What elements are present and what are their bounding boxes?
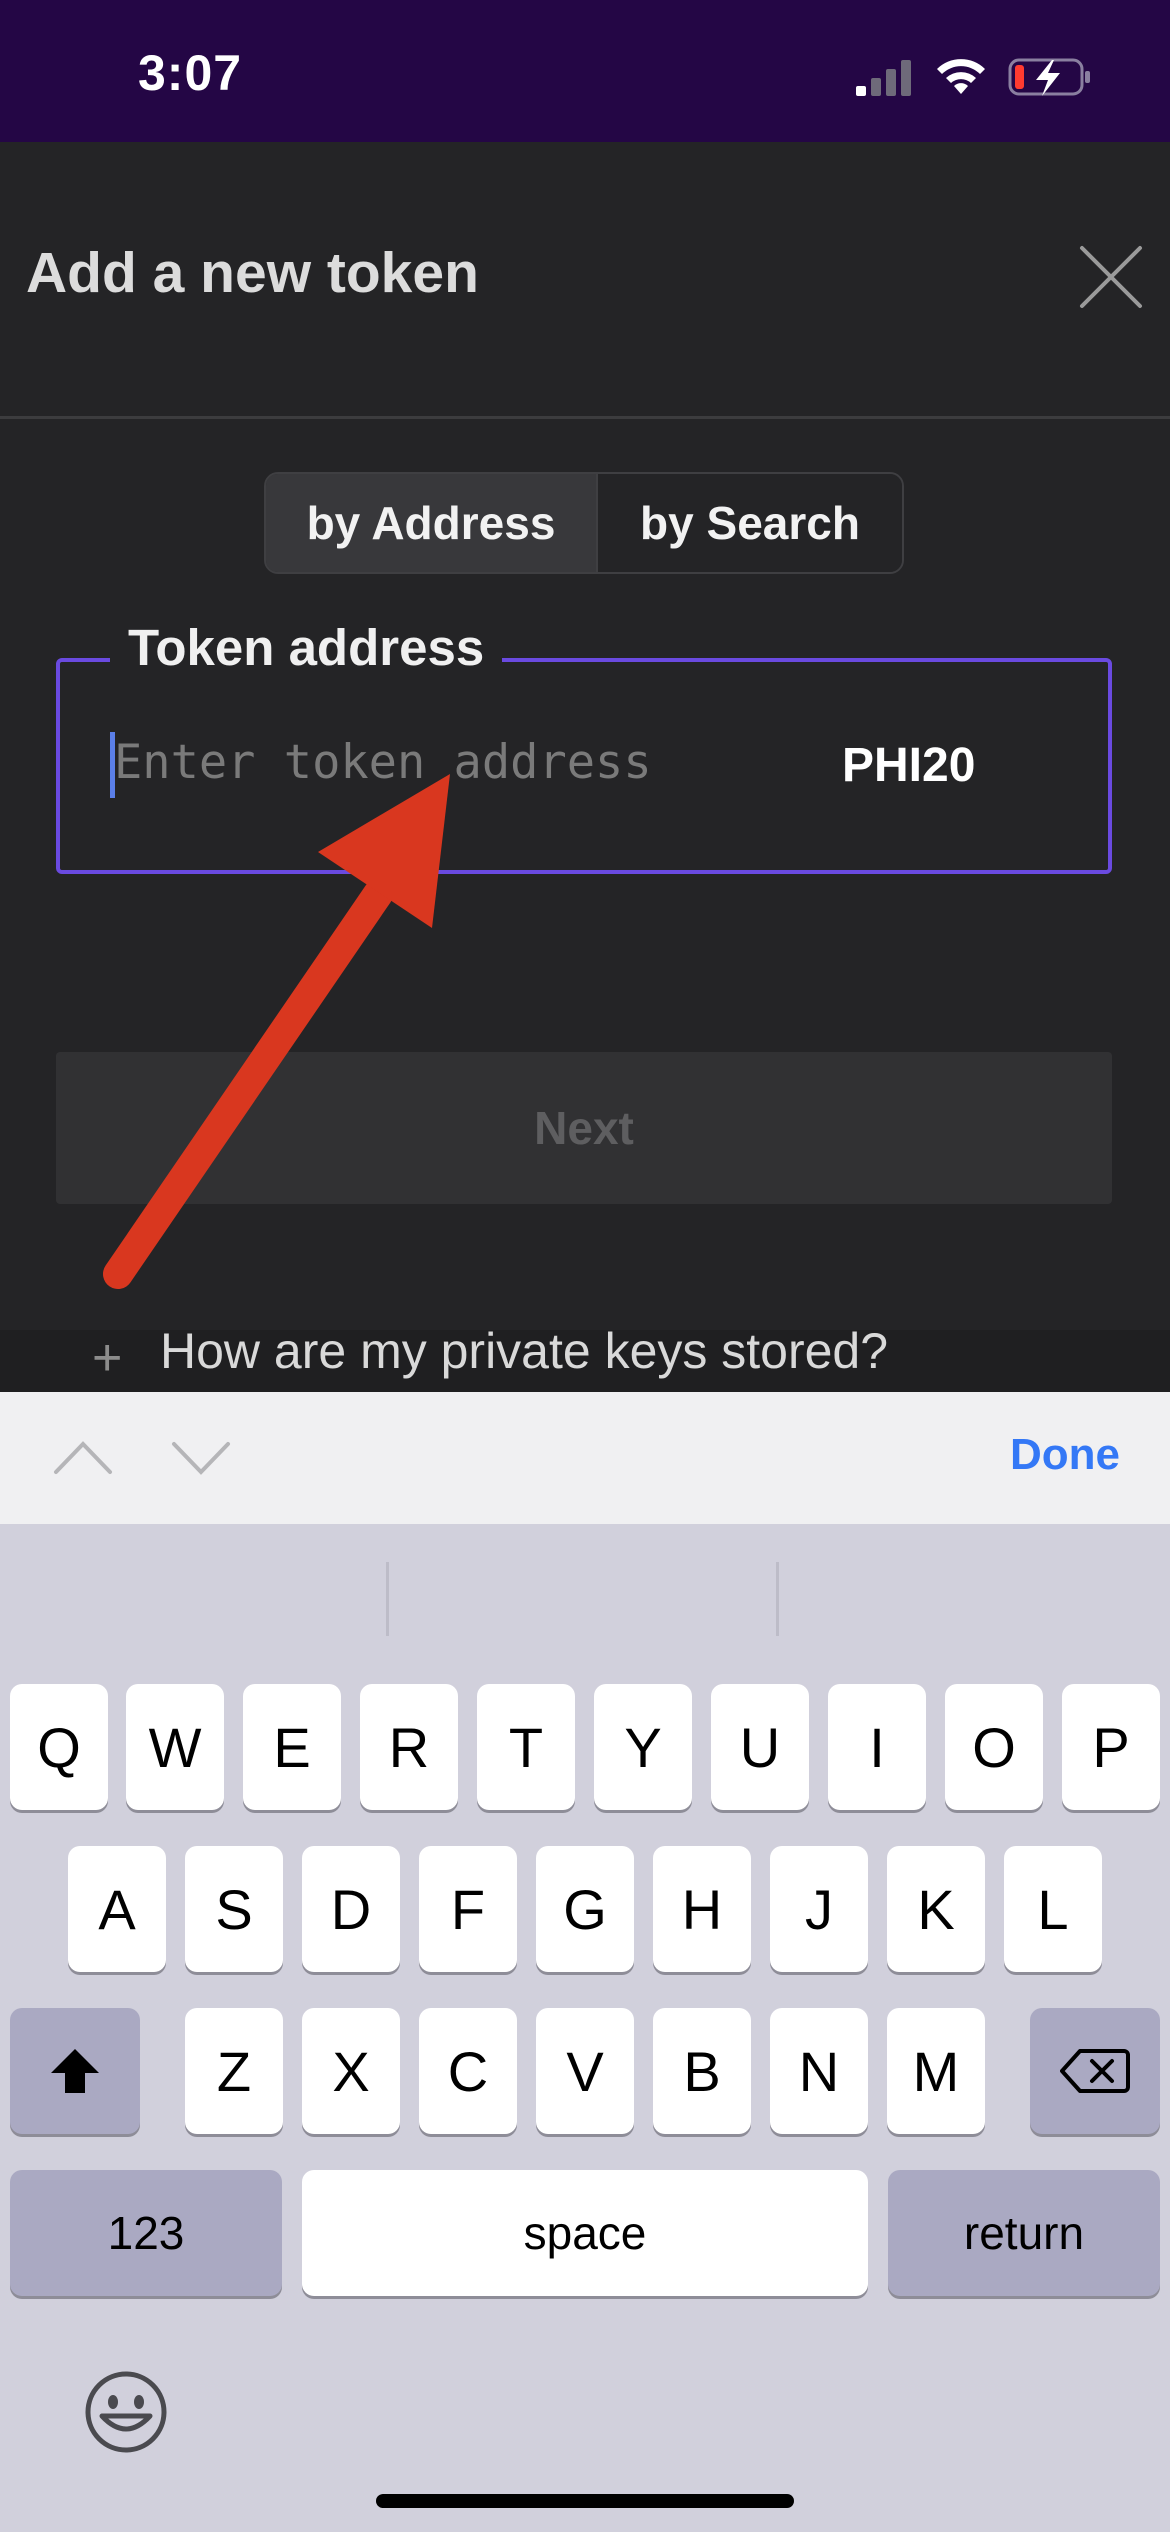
shift-key[interactable] [10, 2008, 140, 2134]
add-token-sheet: Add a new token by Address by Search Tok… [0, 142, 1170, 1330]
key-g[interactable]: G [536, 1846, 634, 1972]
cellular-signal-icon [856, 60, 911, 96]
keyboard-accessory-bar: Done [0, 1392, 1170, 1524]
key-r[interactable]: R [360, 1684, 458, 1810]
tab-by-search[interactable]: by Search [598, 474, 902, 572]
token-address-label: Token address [110, 618, 503, 677]
close-icon[interactable] [1076, 242, 1146, 312]
key-j[interactable]: J [770, 1846, 868, 1972]
key-c[interactable]: C [419, 2008, 517, 2134]
key-m[interactable]: M [887, 2008, 985, 2134]
numbers-key[interactable]: 123 [10, 2170, 282, 2296]
chevron-up-icon[interactable] [50, 1432, 116, 1482]
keyboard: Q W E R T Y U I O P A S D F G H J K L Z … [0, 1524, 1170, 2532]
key-w[interactable]: W [126, 1684, 224, 1810]
key-b[interactable]: B [653, 2008, 751, 2134]
key-z[interactable]: Z [185, 2008, 283, 2134]
key-q[interactable]: Q [10, 1684, 108, 1810]
background-faq-row: + How are my private keys stored? [0, 1330, 1170, 1392]
prediction-divider [386, 1562, 389, 1636]
header-divider [0, 416, 1170, 419]
token-address-input[interactable] [114, 722, 754, 802]
return-key[interactable]: return [888, 2170, 1160, 2296]
chevron-down-icon[interactable] [168, 1432, 234, 1482]
key-s[interactable]: S [185, 1846, 283, 1972]
status-bar: 3:07 [0, 0, 1170, 142]
battery-charging-icon [1008, 58, 1090, 96]
key-x[interactable]: X [302, 2008, 400, 2134]
key-y[interactable]: Y [594, 1684, 692, 1810]
key-f[interactable]: F [419, 1846, 517, 1972]
key-k[interactable]: K [887, 1846, 985, 1972]
sheet-title: Add a new token [26, 241, 479, 305]
done-button[interactable]: Done [1010, 1430, 1120, 1480]
prediction-divider [776, 1562, 779, 1636]
backspace-key[interactable] [1030, 2008, 1160, 2134]
wifi-icon [937, 59, 985, 94]
next-button[interactable]: Next [56, 1052, 1112, 1204]
key-p[interactable]: P [1062, 1684, 1160, 1810]
backspace-icon [1060, 2049, 1130, 2093]
key-v[interactable]: V [536, 2008, 634, 2134]
tab-by-address[interactable]: by Address [266, 474, 598, 572]
key-h[interactable]: H [653, 1846, 751, 1972]
token-address-field[interactable]: Token address PHI20 [56, 618, 1112, 874]
home-indicator [376, 2494, 794, 2508]
key-n[interactable]: N [770, 2008, 868, 2134]
plus-icon: + [92, 1330, 123, 1387]
space-key[interactable]: space [302, 2170, 868, 2296]
shift-icon [51, 2049, 99, 2093]
key-o[interactable]: O [945, 1684, 1043, 1810]
key-e[interactable]: E [243, 1684, 341, 1810]
faq-item-label: How are my private keys stored? [160, 1330, 889, 1379]
mode-segmented-control: by Address by Search [264, 472, 904, 574]
emoji-icon[interactable] [84, 2370, 168, 2454]
key-l[interactable]: L [1004, 1846, 1102, 1972]
key-d[interactable]: D [302, 1846, 400, 1972]
status-time: 3:07 [138, 45, 243, 101]
key-i[interactable]: I [828, 1684, 926, 1810]
token-standard-badge: PHI20 [842, 739, 976, 792]
key-a[interactable]: A [68, 1846, 166, 1972]
key-t[interactable]: T [477, 1684, 575, 1810]
key-u[interactable]: U [711, 1684, 809, 1810]
